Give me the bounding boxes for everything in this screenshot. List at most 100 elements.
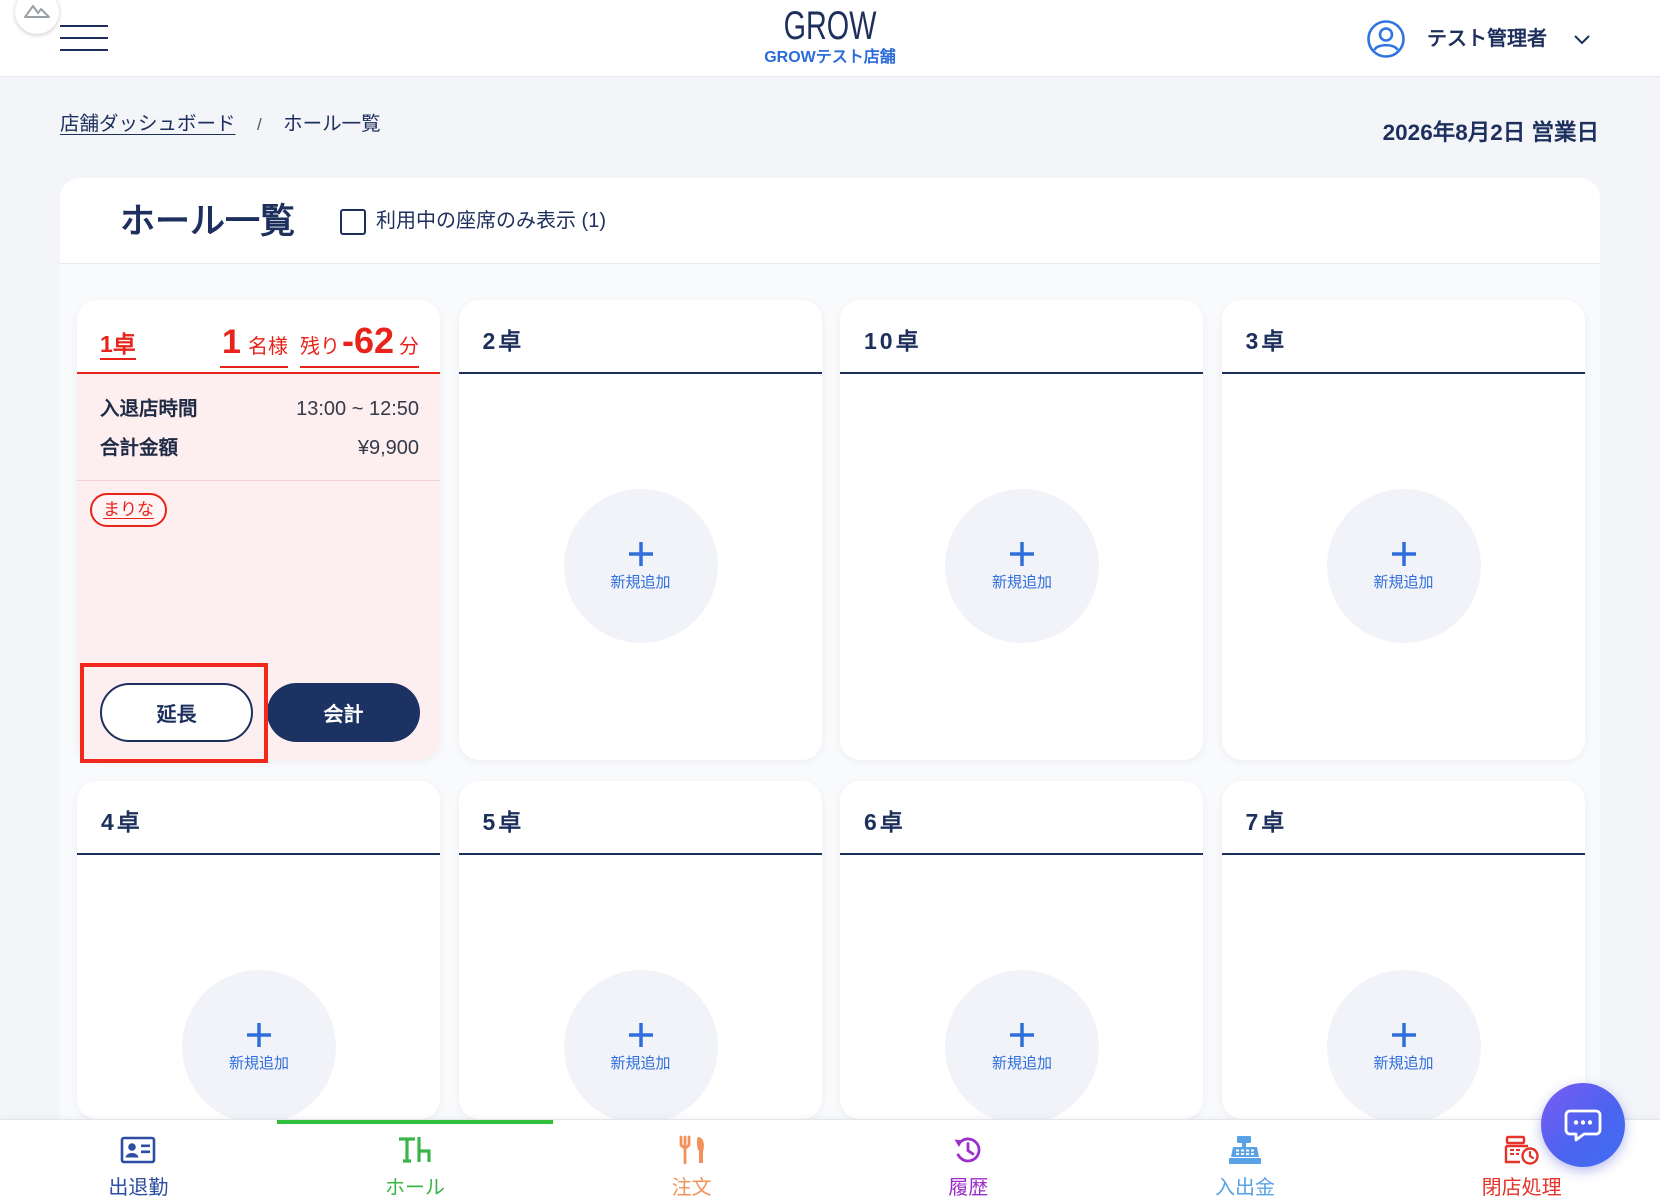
table-card-header: 2卓 [458,300,822,374]
close-register-icon [1504,1135,1539,1165]
remaining-time-label: 残り [299,336,340,358]
brand: GROW GROWテスト店舗 [630,5,1030,68]
user-avatar-icon [1367,20,1405,58]
table-card-occupied[interactable]: 1卓 1 名様 残り -62 分 入退店時間 13:00 ~ 12:50 合計金… [77,300,440,760]
occupied-only-checkbox[interactable] [340,209,366,235]
add-new-button[interactable]: 新規追加 [1326,970,1481,1119]
cash-register-icon [1228,1136,1261,1164]
add-new-button[interactable]: 新規追加 [945,489,1099,643]
table-name: 1卓 [100,330,136,360]
nav-item-history[interactable]: 履歴 [830,1120,1107,1204]
breadcrumb-separator: / [256,115,262,134]
nav-item-order[interactable]: 注文 [553,1120,830,1204]
menu-button[interactable] [60,25,108,52]
remaining-time-value: -62 [341,320,394,361]
stay-time-value: 13:00 ~ 12:50 [296,398,419,420]
nav-label: 出退勤 [108,1177,169,1199]
app-logo-badge[interactable] [15,0,59,34]
chevron-down-icon [1574,35,1590,45]
table-name: 5卓 [482,809,525,835]
plus-icon [628,1023,653,1047]
guest-count-unit: 名様 [247,336,288,358]
nav-label: 閉店処理 [1481,1177,1562,1199]
add-new-button[interactable]: 新規追加 [563,489,718,643]
table-card: 5卓 新規追加 [458,781,822,1119]
extend-button[interactable]: 延長 [100,683,253,742]
nav-item-hall[interactable]: ホール [276,1120,554,1204]
bottom-nav: 出退勤 ホール 注文 履歴 入出金 閉店処理 [0,1119,1660,1204]
user-menu[interactable]: テスト管理者 [1364,16,1596,62]
add-new-label: 新規追加 [228,1055,289,1072]
cast-tag[interactable]: まりな [90,493,167,527]
plus-icon [247,1023,271,1047]
table-card: 4卓 新規追加 [77,781,440,1119]
breadcrumb-link-dashboard[interactable]: 店舗ダッシュボード [60,113,236,135]
add-new-label: 新規追加 [1373,1055,1434,1072]
add-new-button[interactable]: 新規追加 [1326,489,1481,643]
remaining-time: 残り -62 分 [299,320,419,368]
brand-title: GROW [783,4,877,48]
id-card-icon [121,1136,156,1164]
hamburger-line [60,49,108,51]
table-card: 3卓 新規追加 [1221,300,1585,760]
table-card: 7卓 新規追加 [1221,781,1585,1119]
total-amount-label: 合計金額 [100,437,179,459]
add-new-label: 新規追加 [991,1055,1052,1072]
add-new-label: 新規追加 [610,1055,671,1072]
checkout-button[interactable]: 会計 [267,683,420,742]
add-new-label: 新規追加 [1373,574,1434,591]
add-new-label: 新規追加 [610,574,671,591]
add-new-button[interactable]: 新規追加 [945,970,1099,1119]
plus-icon [1010,542,1034,566]
table-name: 10卓 [864,328,922,354]
add-new-label: 新規追加 [991,574,1052,591]
table-card-header: 6卓 [840,781,1203,855]
table-card-header: 10卓 [840,300,1203,374]
chat-button[interactable] [1541,1083,1625,1167]
nav-label: 履歴 [948,1177,989,1199]
nav-item-attendance[interactable]: 出退勤 [0,1120,277,1204]
table-card-header: 4卓 [77,781,440,855]
business-date: 2026年8月2日 営業日 [1382,120,1599,145]
main-content: 店舗ダッシュボード / ホール一覧 2026年8月2日 営業日 ホール一覧 利用… [0,77,1660,1119]
store-name: GROWテスト店舗 [764,49,896,66]
page-title: ホール一覧 [120,202,296,241]
plus-icon [1391,542,1416,566]
hall-panel-header: ホール一覧 利用中の座席のみ表示 (1) [60,178,1600,264]
breadcrumb: 店舗ダッシュボード / ホール一覧 [60,111,381,137]
active-tab-indicator [276,1120,554,1124]
add-new-button[interactable]: 新規追加 [563,970,718,1119]
guest-count: 1 名様 [220,324,288,368]
nav-item-cash[interactable]: 入出金 [1107,1120,1384,1204]
guest-count-value: 1 [222,323,241,361]
top-header: GROW GROWテスト店舗 テスト管理者 [0,0,1660,77]
add-new-button[interactable]: 新規追加 [182,970,336,1119]
table-card-body: 入退店時間 13:00 ~ 12:50 合計金額 ¥9,900 まりな 延長 会… [77,374,440,760]
table-name: 7卓 [1245,809,1288,835]
plus-icon [1010,1023,1034,1047]
divider [77,480,440,481]
hall-table-icon [398,1137,431,1163]
hamburger-line [60,37,108,39]
table-status-meta: 1 名様 残り -62 分 [220,322,419,368]
nav-label: 入出金 [1214,1177,1275,1199]
table-card: 6卓 新規追加 [840,781,1203,1119]
remaining-time-unit: 分 [399,336,419,358]
table-card-header: 7卓 [1221,781,1585,855]
table-name: 6卓 [864,809,906,835]
occupied-only-label[interactable]: 利用中の座席のみ表示 (1) [376,208,606,234]
table-card: 2卓 新規追加 [458,300,822,760]
fork-knife-icon [679,1135,704,1165]
table-name: 2卓 [482,328,525,354]
table-card-header: 3卓 [1221,300,1585,374]
table-card-header: 1卓 1 名様 残り -62 分 [77,300,440,374]
plus-icon [1391,1023,1416,1047]
table-name: 3卓 [1245,328,1288,354]
breadcrumb-current: ホール一覧 [283,113,381,135]
stay-time-label: 入退店時間 [100,398,198,420]
hall-panel: ホール一覧 利用中の座席のみ表示 (1) 1卓 1 名様 残り -62 分 入退… [60,178,1600,1119]
table-name: 4卓 [101,809,143,835]
table-card: 10卓 新規追加 [840,300,1203,760]
history-icon [954,1137,981,1163]
hamburger-line [60,25,108,27]
